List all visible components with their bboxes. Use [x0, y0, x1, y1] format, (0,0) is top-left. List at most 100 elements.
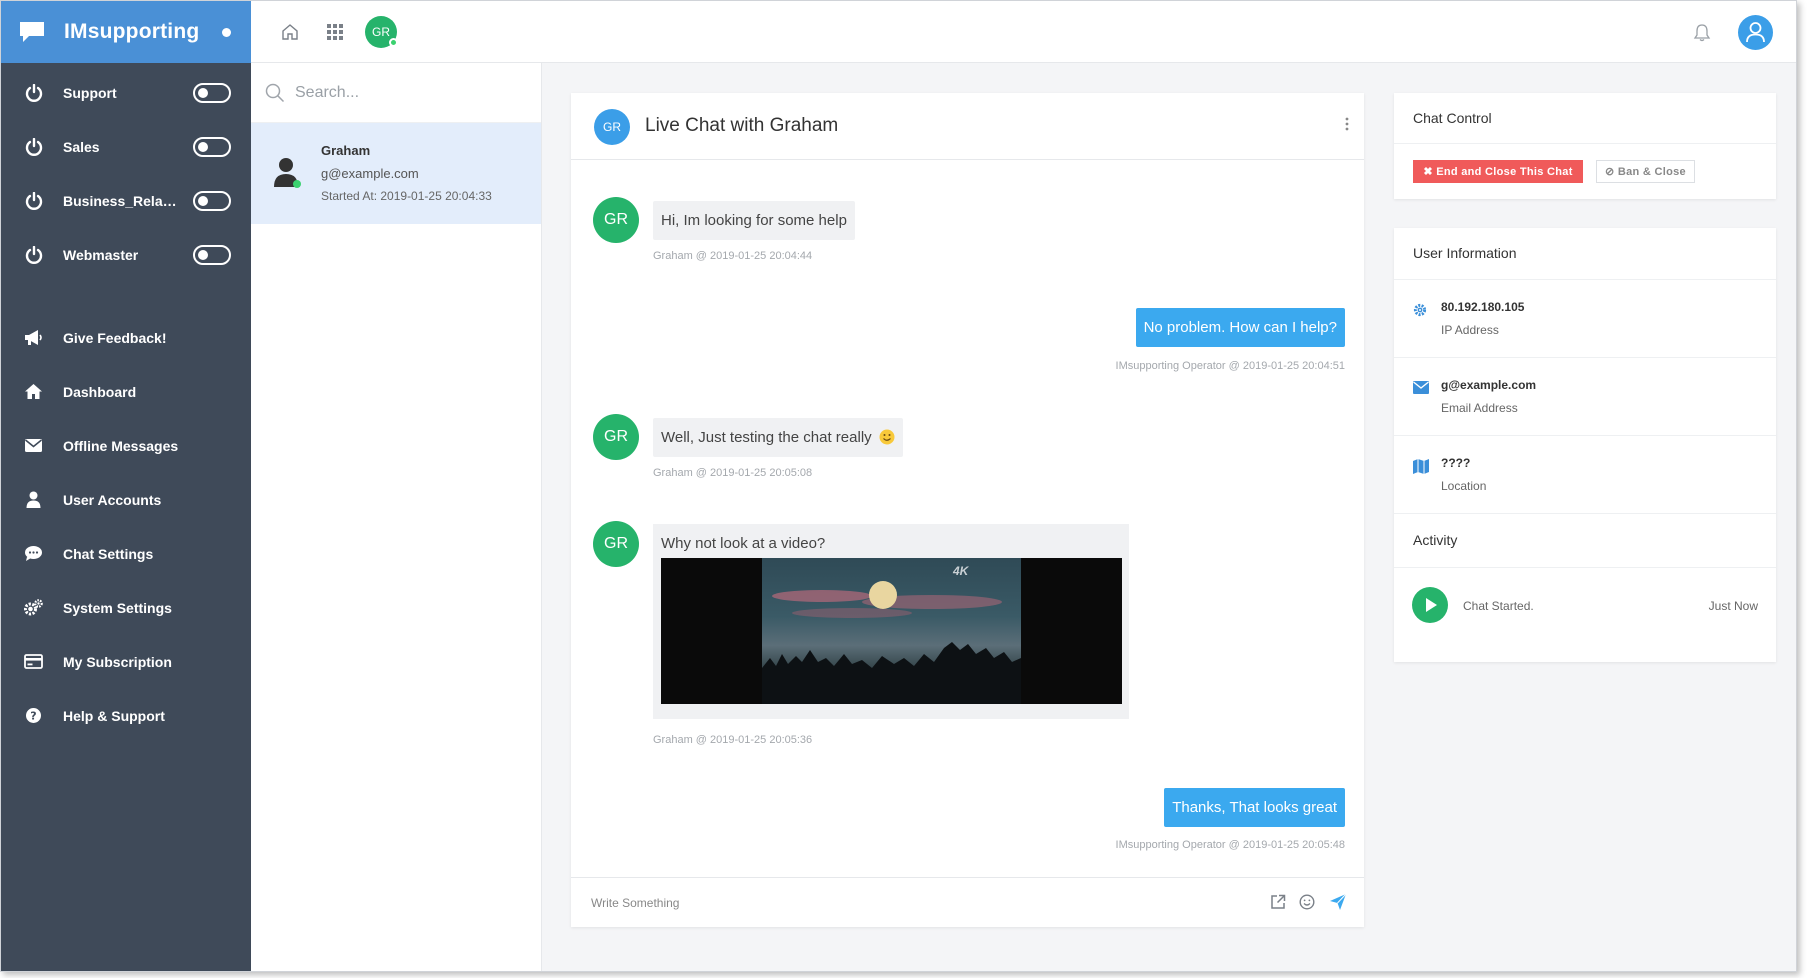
nav-give-feedback[interactable]: Give Feedback!	[1, 317, 251, 357]
info-row-ip: 80.192.180.105 IP Address	[1394, 279, 1776, 357]
info-label: Location	[1441, 479, 1487, 493]
video-quality-badge: 4K	[953, 564, 969, 578]
info-row-location: ???? Location	[1394, 435, 1776, 513]
embedded-video[interactable]: 4K	[661, 558, 1122, 704]
grid-icon[interactable]	[327, 24, 343, 40]
card-title: Chat Control	[1413, 110, 1492, 126]
question-circle-icon: ?	[26, 708, 41, 723]
card-title: User Information	[1413, 245, 1517, 261]
message-composer	[571, 877, 1364, 927]
avatar-initials: GR	[604, 211, 628, 228]
svg-text:?: ?	[30, 710, 36, 723]
department-toggle[interactable]	[193, 245, 231, 265]
chat-list-item[interactable]: Graham g@example.com Started At: 2019-01…	[251, 123, 541, 224]
message-avatar: GR	[593, 197, 639, 243]
nav-label: Give Feedback!	[63, 330, 167, 346]
chat-start-time: Started At: 2019-01-25 20:04:33	[321, 189, 492, 203]
user-icon	[1746, 22, 1765, 43]
power-icon	[25, 246, 43, 264]
gears-icon	[24, 599, 43, 616]
bell-icon[interactable]	[1693, 23, 1711, 42]
info-label: IP Address	[1441, 323, 1499, 337]
search-icon	[265, 83, 285, 103]
nav-my-subscription[interactable]: My Subscription	[1, 641, 251, 681]
message-meta: Graham @ 2019-01-25 20:05:36	[653, 734, 813, 746]
info-value: ????	[1441, 456, 1471, 470]
message-bubble-visitor: Well, Just testing the chat really	[653, 418, 903, 457]
status-dot-icon	[222, 28, 231, 37]
video-thumbnail: 4K	[762, 558, 1021, 704]
divider	[1394, 567, 1776, 568]
app-window: IMsupporting Support Sales Business_Rela…	[0, 0, 1797, 972]
power-icon	[25, 192, 43, 210]
activity-text: Chat Started.	[1463, 599, 1534, 613]
online-indicator-icon	[389, 38, 398, 47]
play-icon	[1412, 587, 1448, 623]
user-menu-avatar[interactable]	[1738, 15, 1773, 50]
department-webmaster: Webmaster	[1, 235, 251, 275]
more-options-icon[interactable]	[1345, 117, 1349, 131]
brand-header[interactable]: IMsupporting	[1, 1, 251, 63]
nav-dashboard[interactable]: Dashboard	[1, 371, 251, 411]
megaphone-icon	[25, 330, 42, 345]
avatar-initials: GR	[372, 25, 390, 39]
avatar-initials: GR	[603, 120, 621, 134]
end-chat-button[interactable]: ✖ End and Close This Chat	[1413, 160, 1583, 183]
nav-user-accounts[interactable]: User Accounts	[1, 479, 251, 519]
activity-item: Chat Started. Just Now	[1394, 573, 1776, 639]
emoji-icon[interactable]	[1299, 894, 1315, 910]
brand-name: IMsupporting	[64, 20, 200, 43]
power-icon	[25, 138, 43, 156]
online-indicator-icon	[293, 180, 301, 188]
home-icon	[25, 384, 42, 399]
info-value: g@example.com	[1441, 378, 1537, 392]
chat-logo-icon	[20, 22, 44, 42]
department-toggle[interactable]	[193, 137, 231, 157]
department-sales: Sales	[1, 127, 251, 167]
credit-card-icon	[24, 654, 43, 669]
home-icon[interactable]	[281, 23, 299, 41]
ban-close-button[interactable]: ⊘ Ban & Close	[1596, 160, 1695, 183]
nav-label: Chat Settings	[63, 546, 154, 562]
external-link-icon[interactable]	[1270, 894, 1286, 910]
avatar-initials: GR	[604, 428, 628, 445]
search-input[interactable]	[295, 79, 525, 107]
nav-chat-settings[interactable]: Chat Settings	[1, 533, 251, 573]
send-icon[interactable]	[1329, 893, 1347, 911]
message-avatar: GR	[593, 414, 639, 460]
activity-title: Activity	[1413, 532, 1458, 548]
visitor-email: g@example.com	[321, 166, 419, 181]
message-meta: IMsupporting Operator @ 2019-01-25 20:05…	[1115, 839, 1345, 851]
message-meta: IMsupporting Operator @ 2019-01-25 20:04…	[1115, 360, 1345, 372]
chat-header-avatar: GR	[594, 109, 630, 145]
nav-system-settings[interactable]: System Settings	[1, 587, 251, 627]
divider	[1394, 513, 1776, 514]
nav-label: Offline Messages	[63, 438, 179, 454]
activity-time: Just Now	[1708, 599, 1758, 613]
nav-help-support[interactable]: ? Help & Support	[1, 695, 251, 735]
chat-title: Live Chat with Graham	[645, 115, 839, 136]
department-label: Sales	[63, 139, 100, 155]
department-label: Support	[63, 85, 117, 101]
chat-control-card: Chat Control ✖ End and Close This Chat ⊘…	[1394, 93, 1776, 199]
message-input[interactable]	[591, 892, 1151, 914]
map-icon	[1413, 459, 1429, 474]
message-text: Why not look at a video?	[661, 535, 826, 552]
message-bubble-video: Why not look at a video? 4K	[653, 524, 1129, 719]
department-toggle[interactable]	[193, 83, 231, 103]
department-label: Business_Relationships	[63, 193, 181, 209]
envelope-icon	[24, 439, 43, 452]
divider	[1394, 143, 1776, 144]
info-row-email: g@example.com Email Address	[1394, 357, 1776, 435]
nav-label: My Subscription	[63, 654, 172, 670]
nav-offline-messages[interactable]: Offline Messages	[1, 425, 251, 465]
department-toggle[interactable]	[193, 191, 231, 211]
active-chat-avatar[interactable]: GR	[365, 16, 398, 48]
message-text: Well, Just testing the chat really	[661, 429, 872, 446]
nav-label: System Settings	[63, 600, 172, 616]
message-meta: Graham @ 2019-01-25 20:04:44	[653, 250, 813, 262]
gear-icon	[1413, 303, 1427, 317]
sidebar: IMsupporting Support Sales Business_Rela…	[1, 1, 251, 971]
user-information-card: User Information 80.192.180.105 IP Addre…	[1394, 228, 1776, 662]
visitor-avatar	[271, 156, 301, 188]
